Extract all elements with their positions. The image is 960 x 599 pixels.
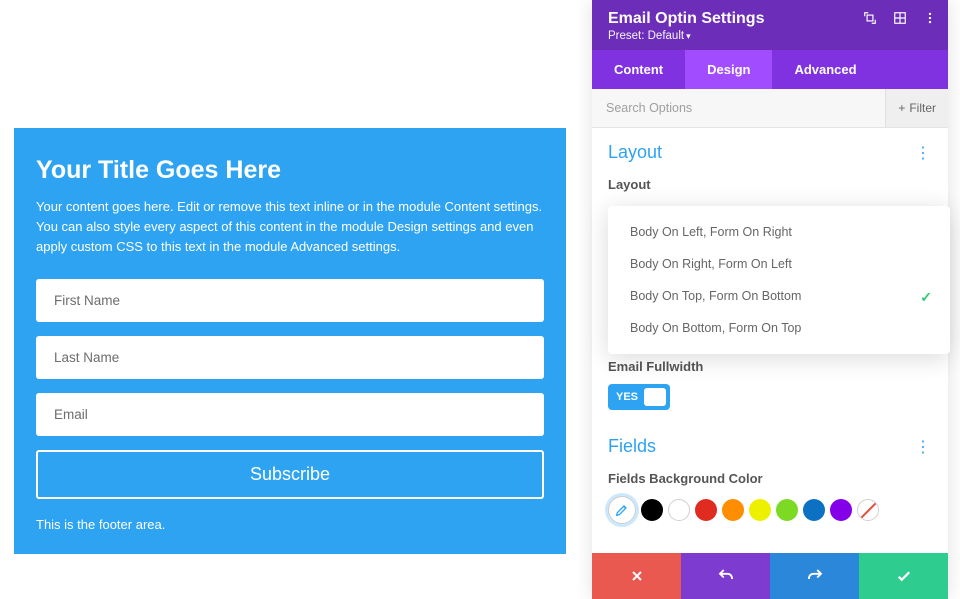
- filter-button[interactable]: + Filter: [885, 89, 948, 127]
- layout-option-3[interactable]: Body On Bottom, Form On Top: [608, 312, 950, 344]
- undo-button[interactable]: [681, 553, 770, 599]
- layout-option-label: Layout: [608, 177, 932, 192]
- layout-option-2[interactable]: Body On Top, Form On Bottom ✓: [608, 280, 950, 312]
- fields-section-title[interactable]: Fields: [608, 436, 656, 457]
- email-optin-module: Your Title Goes Here Your content goes h…: [14, 128, 566, 554]
- panel-action-bar: [592, 553, 948, 599]
- toggle-knob: [644, 388, 666, 406]
- layout-option-2-label: Body On Top, Form On Bottom: [630, 289, 801, 303]
- swatch-red[interactable]: [695, 499, 717, 521]
- email-fullwidth-row: YES: [608, 384, 932, 410]
- tab-advanced[interactable]: Advanced: [772, 50, 878, 89]
- swatch-none[interactable]: [857, 499, 879, 521]
- email-input[interactable]: [36, 393, 544, 436]
- layout-section-title[interactable]: Layout: [608, 142, 662, 163]
- layout-section-menu-icon[interactable]: ⋮: [915, 143, 932, 163]
- layout-option-0[interactable]: Body On Left, Form On Right: [608, 216, 950, 248]
- swatch-yellow[interactable]: [749, 499, 771, 521]
- settings-panel: Email Optin Settings Preset: Default ▾ C…: [592, 0, 948, 599]
- email-fullwidth-label: Email Fullwidth: [608, 359, 932, 374]
- page-canvas: Your Title Goes Here Your content goes h…: [0, 0, 580, 599]
- tab-content[interactable]: Content: [592, 50, 685, 89]
- layout-dropdown: Body On Left, Form On Right Body On Righ…: [608, 206, 950, 354]
- toggle-yes-label-2: YES: [616, 391, 638, 403]
- color-swatch-row: [608, 496, 932, 524]
- layout-section-header: Layout ⋮: [608, 142, 932, 163]
- chevron-down-icon: ▾: [686, 31, 691, 42]
- color-picker-button[interactable]: [608, 496, 636, 524]
- cancel-button[interactable]: [592, 553, 681, 599]
- layout-option-0-label: Body On Left, Form On Right: [630, 225, 792, 239]
- panel-preset-label: Preset: Default: [608, 30, 684, 42]
- check-icon: ✓: [920, 289, 932, 306]
- email-fullwidth-toggle[interactable]: YES: [608, 384, 670, 410]
- filter-label: Filter: [909, 101, 936, 115]
- plus-icon: +: [898, 101, 905, 115]
- swatch-green[interactable]: [776, 499, 798, 521]
- last-name-input[interactable]: [36, 336, 544, 379]
- layout-option-1-label: Body On Right, Form On Left: [630, 257, 792, 271]
- panel-search-row: + Filter: [592, 89, 948, 128]
- search-options-input[interactable]: [592, 89, 885, 127]
- fields-section-header: Fields ⋮: [608, 436, 932, 457]
- first-name-input[interactable]: [36, 279, 544, 322]
- optin-footer: This is the footer area.: [36, 517, 544, 532]
- fields-section-menu-icon[interactable]: ⋮: [915, 437, 932, 457]
- tab-design[interactable]: Design: [685, 50, 772, 89]
- expand-icon[interactable]: [862, 10, 878, 26]
- swatch-blue[interactable]: [803, 499, 825, 521]
- redo-button[interactable]: [770, 553, 859, 599]
- kebab-menu-icon[interactable]: [922, 10, 938, 26]
- swatch-purple[interactable]: [830, 499, 852, 521]
- optin-body: Your content goes here. Edit or remove t…: [36, 197, 544, 257]
- subscribe-button[interactable]: Subscribe: [36, 450, 544, 499]
- swatch-black[interactable]: [641, 499, 663, 521]
- panel-body: Layout ⋮ Layout Body On Left, Form On Ri…: [592, 128, 948, 553]
- panel-tabs: Content Design Advanced: [592, 50, 948, 89]
- optin-title: Your Title Goes Here: [36, 156, 544, 185]
- swatch-white[interactable]: [668, 499, 690, 521]
- swatch-orange[interactable]: [722, 499, 744, 521]
- layout-option-1[interactable]: Body On Right, Form On Left: [608, 248, 950, 280]
- panel-preset[interactable]: Preset: Default ▾: [608, 30, 932, 42]
- panel-header: Email Optin Settings Preset: Default ▾: [592, 0, 948, 50]
- fields-bg-label: Fields Background Color: [608, 471, 932, 486]
- save-button[interactable]: [859, 553, 948, 599]
- layout-option-3-label: Body On Bottom, Form On Top: [630, 321, 801, 335]
- grid-icon[interactable]: [892, 10, 908, 26]
